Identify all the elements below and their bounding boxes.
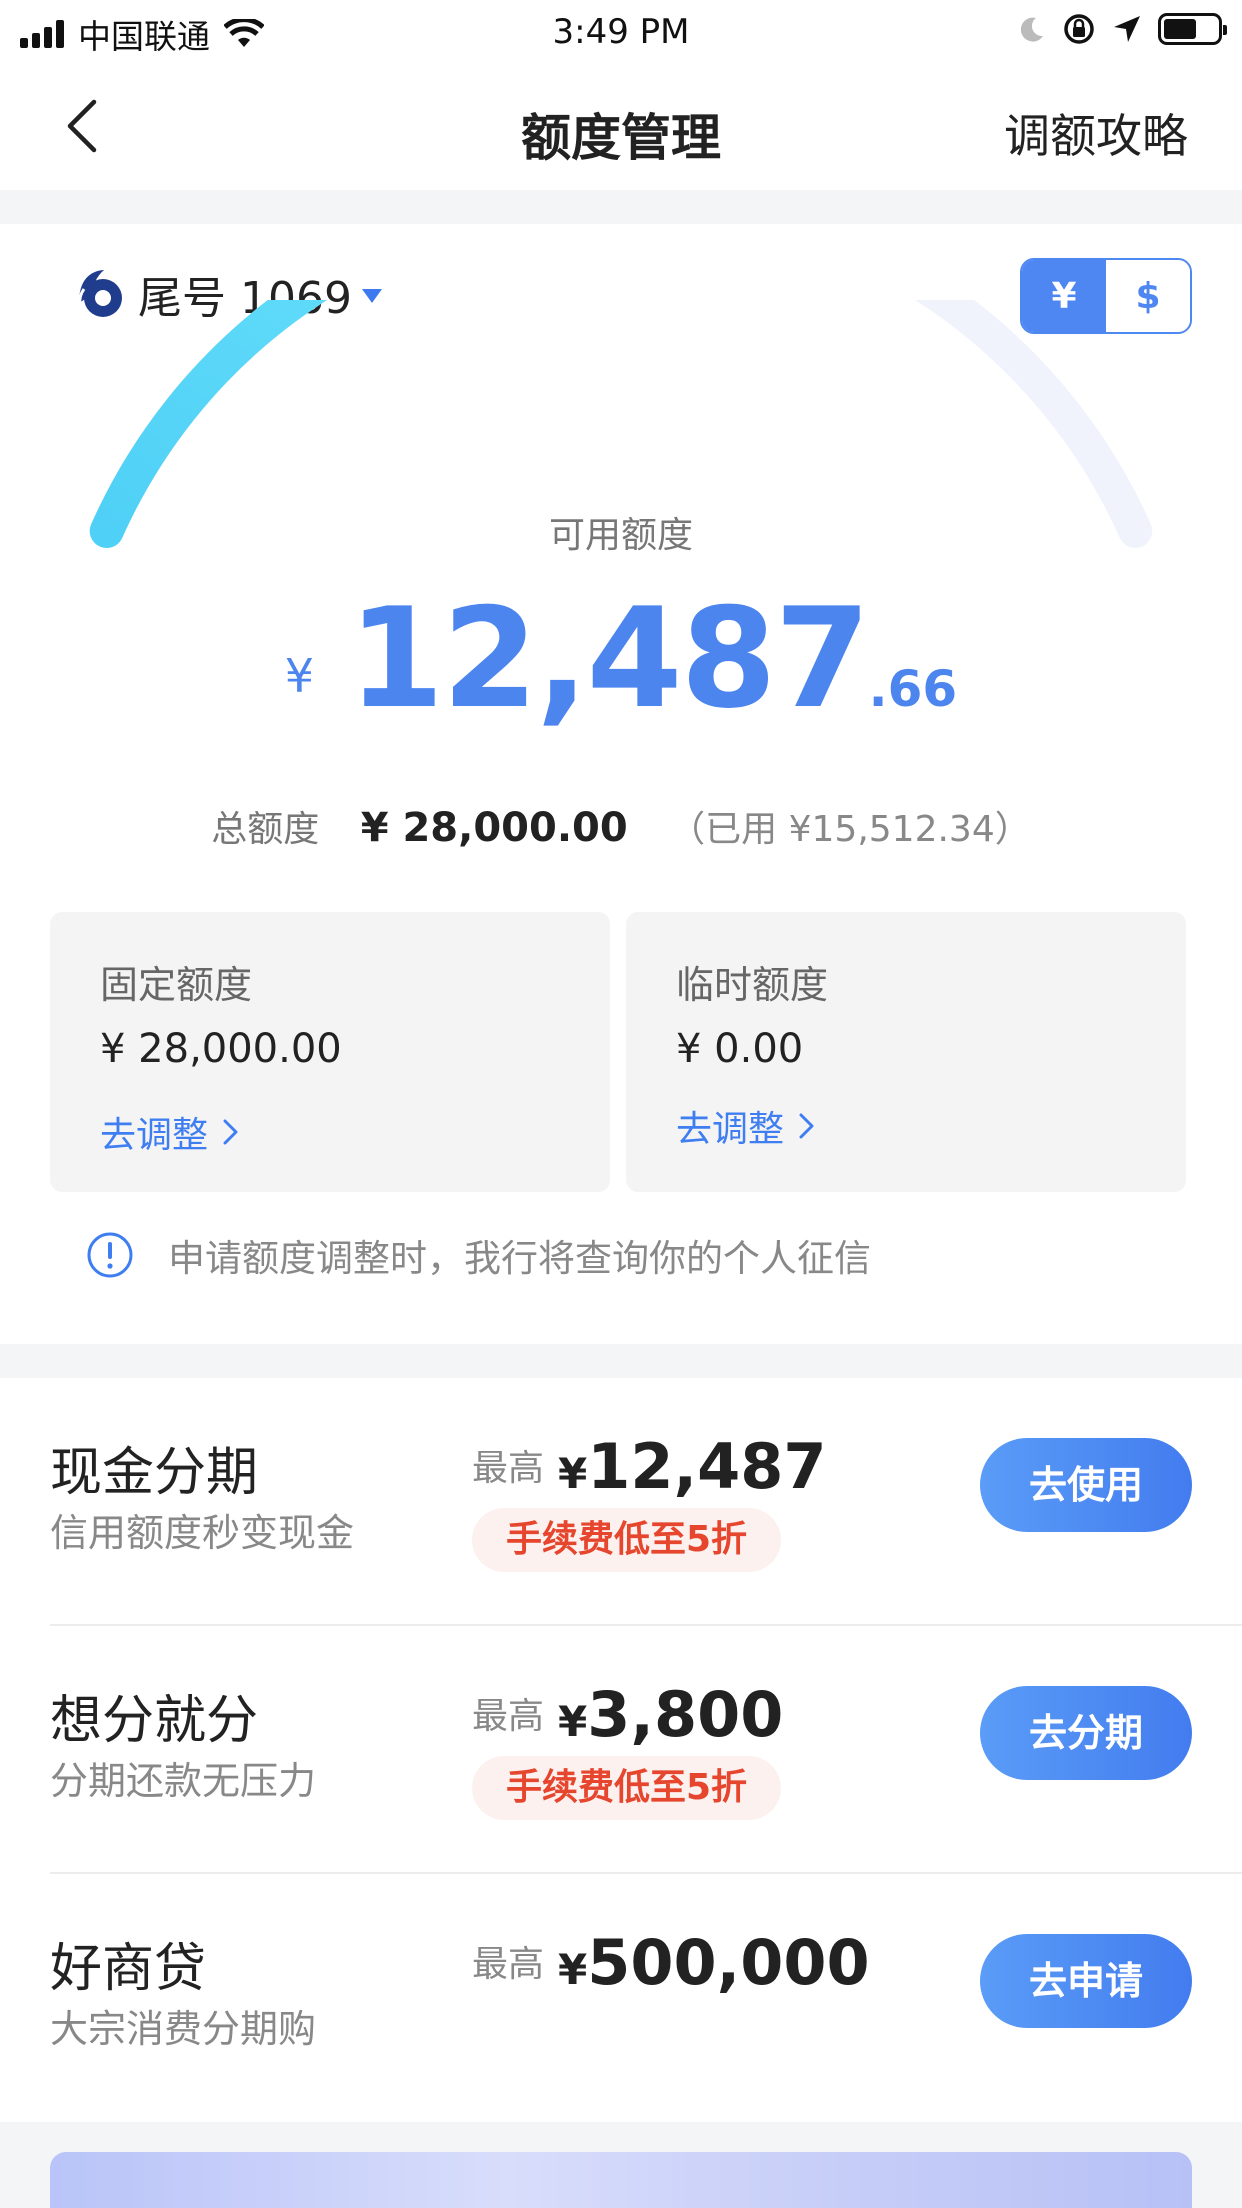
fixed-limit-value: ¥ 28,000.00: [100, 1026, 342, 1072]
product-name: 现金分期: [50, 1443, 259, 1503]
info-icon: [87, 1232, 133, 1278]
adjust-temporary-limit-link[interactable]: 去调整: [676, 1100, 816, 1152]
battery-icon: [1158, 13, 1227, 45]
max-label: 最高: [472, 1696, 545, 1737]
max-label: 最高: [472, 1448, 545, 1489]
nav-bar: 额度管理 调额攻略: [0, 62, 1242, 190]
max-label: 最高: [472, 1944, 545, 1985]
available-limit-label: 可用额度: [548, 515, 693, 556]
notice-text: 申请额度调整时，我行将查询你的个人征信: [168, 1237, 871, 1280]
gauge-fill: [89, 300, 327, 548]
temporary-limit-title: 临时额度: [676, 963, 829, 1007]
available-limit-amount: ¥12,487.66: [0, 578, 1242, 739]
limit-strategy-link[interactable]: 调额攻略: [1004, 100, 1188, 166]
adjust-link-label: 去调整: [100, 1115, 209, 1156]
temporary-limit-value: ¥ 0.00: [676, 1026, 804, 1072]
product-name: 好商贷: [50, 1939, 207, 1999]
amount-decimal: .66: [868, 660, 958, 718]
total-limit-label: 总额度: [211, 809, 320, 850]
status-right: [1016, 12, 1227, 46]
product-row-cash-installment: 现金分期 信用额度秒变现金 最高 ¥12,487 手续费低至5折 去使用: [0, 1378, 1242, 1626]
product-desc: 分期还款无压力: [50, 1759, 317, 1803]
used-amount: （已用 ¥15,512.34）: [669, 809, 1031, 850]
rotation-lock-icon: [1064, 14, 1094, 44]
product-max-amount: 最高 ¥3,800: [472, 1678, 783, 1751]
moon-icon: [1020, 17, 1043, 42]
amount-value: 12,487: [587, 1430, 827, 1503]
status-bar: 中国联通 3:49 PM: [0, 0, 1242, 62]
location-icon: [1114, 16, 1140, 42]
amount-value: 3,800: [587, 1678, 784, 1751]
amount-integer: 12,487: [348, 578, 871, 739]
product-max-amount: 最高 ¥500,000: [472, 1926, 870, 1999]
apply-loan-button[interactable]: 去申请: [980, 1934, 1192, 2028]
amount-currency: ¥: [558, 1697, 588, 1746]
chevron-right-icon: [799, 1113, 814, 1139]
fixed-limit-title: 固定额度: [100, 963, 253, 1007]
product-row-business-loan: 好商贷 大宗消费分期购 最高 ¥500,000 去申请: [0, 1874, 1242, 2122]
adjust-fixed-limit-link[interactable]: 去调整: [100, 1106, 240, 1158]
use-cash-installment-button[interactable]: 去使用: [980, 1438, 1192, 1532]
product-desc: 大宗消费分期购: [50, 2007, 317, 2051]
amount-currency: ¥: [558, 1449, 588, 1498]
product-max-amount: 最高 ¥12,487: [472, 1430, 827, 1503]
total-limit-line: 总额度 ¥ 28,000.00 （已用 ¥15,512.34）: [0, 800, 1242, 852]
product-name: 想分就分: [50, 1691, 259, 1751]
section-divider: [0, 1344, 1242, 1378]
total-limit-value: ¥ 28,000.00: [360, 805, 628, 851]
amount-value: 500,000: [587, 1926, 870, 1999]
fixed-limit-card: 固定额度 ¥ 28,000.00 去调整: [50, 912, 610, 1192]
adjust-link-label: 去调整: [676, 1109, 785, 1150]
promo-banner[interactable]: [50, 2152, 1192, 2208]
currency-symbol: ¥: [284, 649, 315, 703]
credit-check-notice: 申请额度调整时，我行将查询你的个人征信: [86, 1228, 871, 1282]
section-divider: [0, 190, 1242, 224]
fee-discount-badge: 手续费低至5折: [472, 1756, 782, 1820]
product-row-installment: 想分就分 分期还款无压力 最高 ¥3,800 手续费低至5折 去分期: [0, 1626, 1242, 1874]
installment-button[interactable]: 去分期: [980, 1686, 1192, 1780]
fee-discount-badge: 手续费低至5折: [472, 1508, 782, 1572]
amount-currency: ¥: [558, 1945, 588, 1994]
chevron-right-icon: [223, 1119, 238, 1145]
product-desc: 信用额度秒变现金: [50, 1511, 355, 1555]
temporary-limit-card: 临时额度 ¥ 0.00 去调整: [626, 912, 1186, 1192]
